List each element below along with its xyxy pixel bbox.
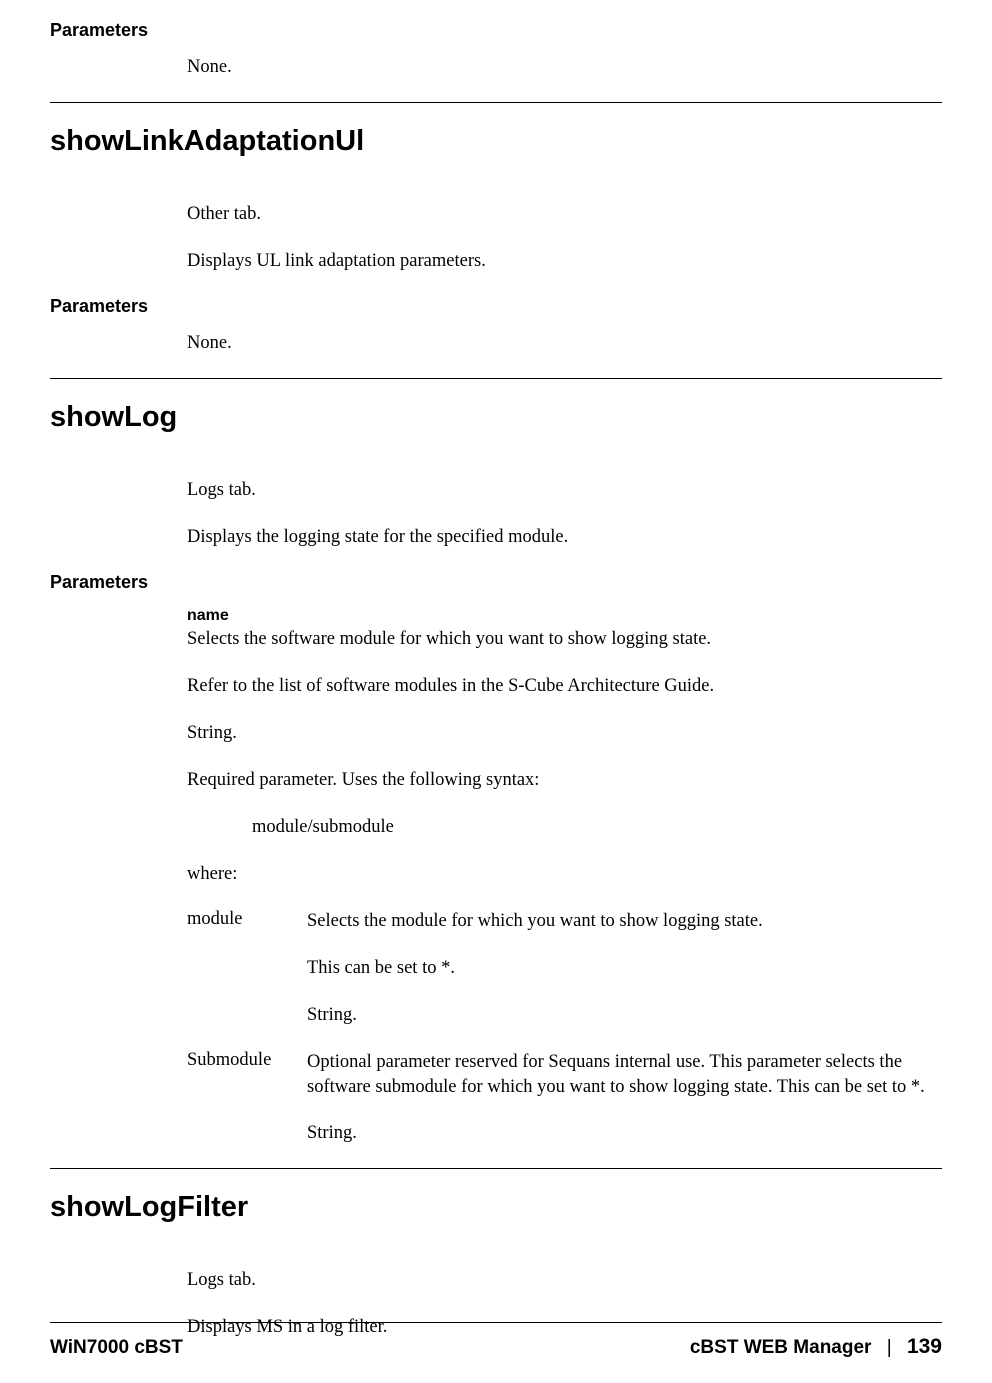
body-text: Optional parameter reserved for Sequans … [307,1050,942,1100]
body-text: String. [187,721,942,746]
section-parameters-heading: Parameters [50,20,942,41]
body-text: Logs tab. [187,1268,942,1293]
command-heading-showlogfilter: showLogFilter [50,1191,942,1224]
body-text: Logs tab. [187,478,942,503]
body-text: Refer to the list of software modules in… [187,674,942,699]
body-block: name Selects the software module for whi… [187,607,942,1147]
body-text: None. [187,331,942,356]
command-heading-showlinkadaptationul: showLinkAdaptationUl [50,125,942,158]
definition-term: module [187,909,307,1028]
body-text: Selects the software module for which yo… [187,627,942,652]
body-text: where: [187,862,942,887]
page-footer: WiN7000 cBST cBST WEB Manager | 139 [50,1322,942,1359]
body-text: Selects the module for which you want to… [307,909,942,934]
body-block: None. [187,55,942,80]
body-text: Displays UL link adaptation parameters. [187,249,942,274]
body-text: String. [307,1121,942,1146]
definition-row: module Selects the module for which you … [187,909,942,1028]
body-text: Required parameter. Uses the following s… [187,768,942,793]
definition-desc: Optional parameter reserved for Sequans … [307,1050,942,1147]
body-text: None. [187,55,942,80]
body-text: String. [307,1003,942,1028]
footer-left: WiN7000 cBST [50,1337,183,1359]
footer-separator: | [887,1337,892,1358]
footer-page-number: 139 [907,1335,942,1358]
section-parameters-heading: Parameters [50,572,942,593]
command-heading-showlog: showLog [50,401,942,434]
body-text: This can be set to *. [307,956,942,981]
section-divider [50,378,942,379]
parameter-name-label: name [187,607,942,625]
syntax-text: module/submodule [252,815,942,840]
definition-row: Submodule Optional parameter reserved fo… [187,1050,942,1147]
footer-right: cBST WEB Manager | 139 [690,1335,942,1359]
body-text: Other tab. [187,202,942,227]
section-divider [50,102,942,103]
body-block: Other tab. Displays UL link adaptation p… [187,202,942,274]
definition-term: Submodule [187,1050,307,1147]
section-parameters-heading: Parameters [50,296,942,317]
section-divider [50,1168,942,1169]
footer-title: cBST WEB Manager [690,1337,872,1358]
body-block: Logs tab. Displays the logging state for… [187,478,942,550]
body-text: Displays the logging state for the speci… [187,525,942,550]
body-block: None. [187,331,942,356]
definition-desc: Selects the module for which you want to… [307,909,942,1028]
